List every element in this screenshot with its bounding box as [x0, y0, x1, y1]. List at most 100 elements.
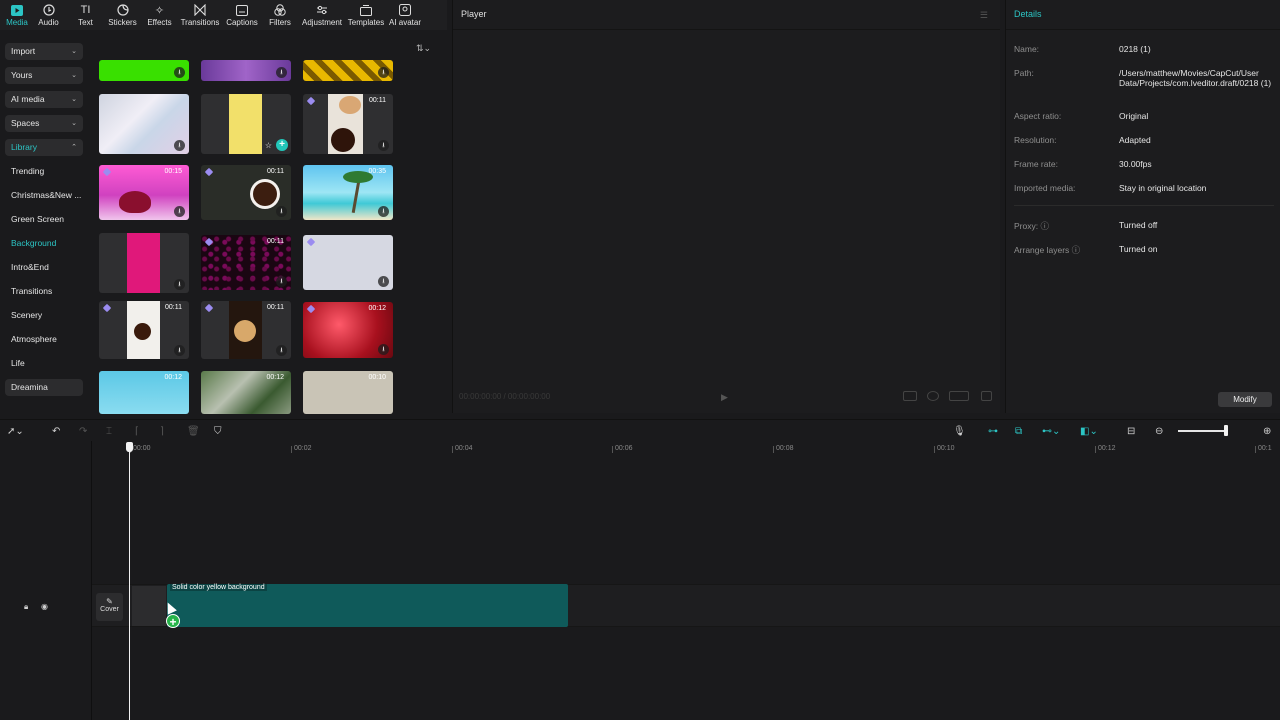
- linkage-icon[interactable]: ⊷⌄: [1042, 426, 1060, 437]
- marker-icon[interactable]: ⛉: [214, 426, 222, 437]
- nav-library[interactable]: Library ⌃: [5, 139, 83, 156]
- nav-item-background[interactable]: Background: [11, 238, 56, 248]
- play-icon[interactable]: ▶: [721, 392, 728, 403]
- media-thumb[interactable]: ☆ +: [201, 94, 291, 154]
- download-icon[interactable]: ⭳: [174, 140, 185, 151]
- ratio-icon[interactable]: [903, 391, 917, 401]
- media-thumb[interactable]: ⭳: [99, 233, 189, 293]
- tool-transitions[interactable]: Transitions: [178, 0, 222, 30]
- download-icon[interactable]: ⭳: [276, 206, 287, 217]
- auto-snap-icon[interactable]: ⧉: [1015, 426, 1022, 437]
- download-icon[interactable]: ⭳: [276, 276, 287, 287]
- media-thumb[interactable]: 00:12: [99, 371, 189, 414]
- nav-item-scenery[interactable]: Scenery: [11, 310, 42, 320]
- download-icon[interactable]: ⭳: [276, 67, 287, 78]
- quality-icon[interactable]: [949, 391, 969, 401]
- nav-item-trending[interactable]: Trending: [11, 166, 44, 176]
- tool-filters[interactable]: Filters: [262, 0, 298, 30]
- zoom-slider[interactable]: [1178, 430, 1226, 432]
- media-thumb[interactable]: 00:35 ⭳: [303, 165, 393, 220]
- media-thumb[interactable]: 00:15 ⭳: [99, 165, 189, 220]
- trim-left-icon[interactable]: ⌈: [135, 426, 139, 437]
- download-icon[interactable]: ⭳: [174, 345, 185, 356]
- playhead-handle[interactable]: [126, 442, 133, 452]
- nav-item-green-screen[interactable]: Green Screen: [11, 214, 64, 224]
- add-to-timeline-icon[interactable]: +: [276, 139, 288, 151]
- media-thumb[interactable]: ⭳: [303, 60, 393, 81]
- nav-ai-media[interactable]: AI media ⌄: [5, 91, 83, 108]
- nav-import[interactable]: Import ⌄: [5, 43, 83, 60]
- redo-icon[interactable]: ↷: [79, 426, 87, 437]
- download-icon[interactable]: ⭳: [378, 344, 389, 355]
- tool-text[interactable]: TI Text: [67, 0, 104, 30]
- lock-icon[interactable]: 🔒︎: [24, 602, 28, 612]
- timeline-clip[interactable]: Solid color yellow background: [167, 584, 568, 627]
- premium-icon: [204, 237, 214, 247]
- menu-icon[interactable]: ☰: [980, 10, 988, 21]
- download-icon[interactable]: ⭳: [174, 206, 185, 217]
- tool-adjustment[interactable]: Adjustment: [298, 0, 346, 30]
- download-icon[interactable]: ⭳: [276, 345, 287, 356]
- media-thumb[interactable]: ⭳: [99, 94, 189, 154]
- timeline-toolbar: ➚⌄ ↶ ↷ ⌶ ⌈ ⌉ 🗑 ⛉ 🎙 ⊶ ⧉ ⊷⌄ ◧⌄ ⊟ ⊖ ⊕: [0, 419, 1280, 441]
- main-track-magnet-icon[interactable]: ⊶: [988, 426, 998, 437]
- zoom-in-icon[interactable]: ⊕: [1263, 426, 1271, 437]
- media-thumb[interactable]: ⭳: [303, 235, 393, 290]
- download-icon[interactable]: ⭳: [378, 67, 389, 78]
- download-icon[interactable]: ⭳: [378, 140, 389, 151]
- fit-timeline-icon[interactable]: ⊟: [1127, 426, 1135, 437]
- captions-icon: [235, 4, 249, 16]
- media-thumb[interactable]: 00:11 ⭳: [99, 301, 189, 359]
- download-icon[interactable]: ⭳: [174, 279, 185, 290]
- tool-effects[interactable]: ✧ Effects: [141, 0, 178, 30]
- trim-right-icon[interactable]: ⌉: [160, 426, 164, 437]
- eye-icon[interactable]: ◉: [41, 602, 48, 611]
- zoom-slider-handle[interactable]: [1224, 425, 1228, 436]
- ruler-tick: 00:02: [291, 445, 312, 453]
- delete-icon[interactable]: 🗑: [187, 426, 200, 437]
- modify-button[interactable]: Modify: [1218, 392, 1272, 407]
- media-thumb[interactable]: 00:12: [201, 371, 291, 414]
- nav-item-atmosphere[interactable]: Atmosphere: [11, 334, 57, 344]
- nav-item-christmas[interactable]: Christmas&New ...: [11, 190, 81, 200]
- media-thumb[interactable]: 00:11 ⭳: [201, 301, 291, 359]
- media-thumb[interactable]: ⭳: [99, 60, 189, 81]
- tool-media[interactable]: Media: [4, 0, 30, 30]
- download-icon[interactable]: ⭳: [378, 206, 389, 217]
- split-icon[interactable]: ⌶: [106, 426, 112, 437]
- favorite-icon[interactable]: ☆: [265, 141, 272, 150]
- pencil-icon: ✎: [106, 597, 113, 606]
- microphone-icon[interactable]: 🎙: [953, 426, 966, 437]
- download-icon[interactable]: ⭳: [174, 67, 185, 78]
- nav-item-intro-end[interactable]: Intro&End: [11, 262, 49, 272]
- nav-item-dreamina[interactable]: Dreamina: [5, 379, 83, 396]
- media-thumb[interactable]: 00:11 ⭳: [303, 94, 393, 154]
- media-thumb[interactable]: 00:11 ⭳: [201, 165, 291, 220]
- sort-filter-icon[interactable]: ⇅⌄: [416, 43, 431, 54]
- media-thumb[interactable]: 00:11 ⭳: [201, 235, 291, 290]
- undo-icon[interactable]: ↶: [52, 426, 60, 437]
- tool-templates[interactable]: Templates: [346, 0, 386, 30]
- nav-item-transitions[interactable]: Transitions: [11, 286, 52, 296]
- download-icon[interactable]: ⭳: [378, 276, 389, 287]
- fullscreen-icon[interactable]: [981, 391, 992, 401]
- zoom-out-icon[interactable]: ⊖: [1155, 426, 1163, 437]
- cover-button[interactable]: ✎ Cover: [96, 593, 123, 621]
- tool-captions[interactable]: Captions: [222, 0, 262, 30]
- nav-item-life[interactable]: Life: [11, 358, 25, 368]
- preview-axis-icon[interactable]: ◧⌄: [1080, 426, 1098, 437]
- ruler-tick: 00:12: [1095, 445, 1116, 453]
- nav-yours[interactable]: Yours ⌄: [5, 67, 83, 84]
- premium-icon: [102, 167, 112, 177]
- tool-audio[interactable]: Audio: [30, 0, 67, 30]
- select-tool-icon[interactable]: ➚⌄: [7, 426, 24, 437]
- media-thumb[interactable]: 00:10: [303, 371, 393, 414]
- focus-icon[interactable]: [927, 391, 939, 401]
- playhead[interactable]: [129, 447, 130, 720]
- nav-spaces[interactable]: Spaces ⌄: [5, 115, 83, 132]
- media-thumb[interactable]: ⭳: [201, 60, 291, 81]
- tool-ai-avatar[interactable]: AI avatar: [386, 0, 424, 30]
- tool-stickers[interactable]: Stickers: [104, 0, 141, 30]
- premium-icon: [102, 303, 112, 313]
- media-thumb[interactable]: 00:12 ⭳: [303, 302, 393, 358]
